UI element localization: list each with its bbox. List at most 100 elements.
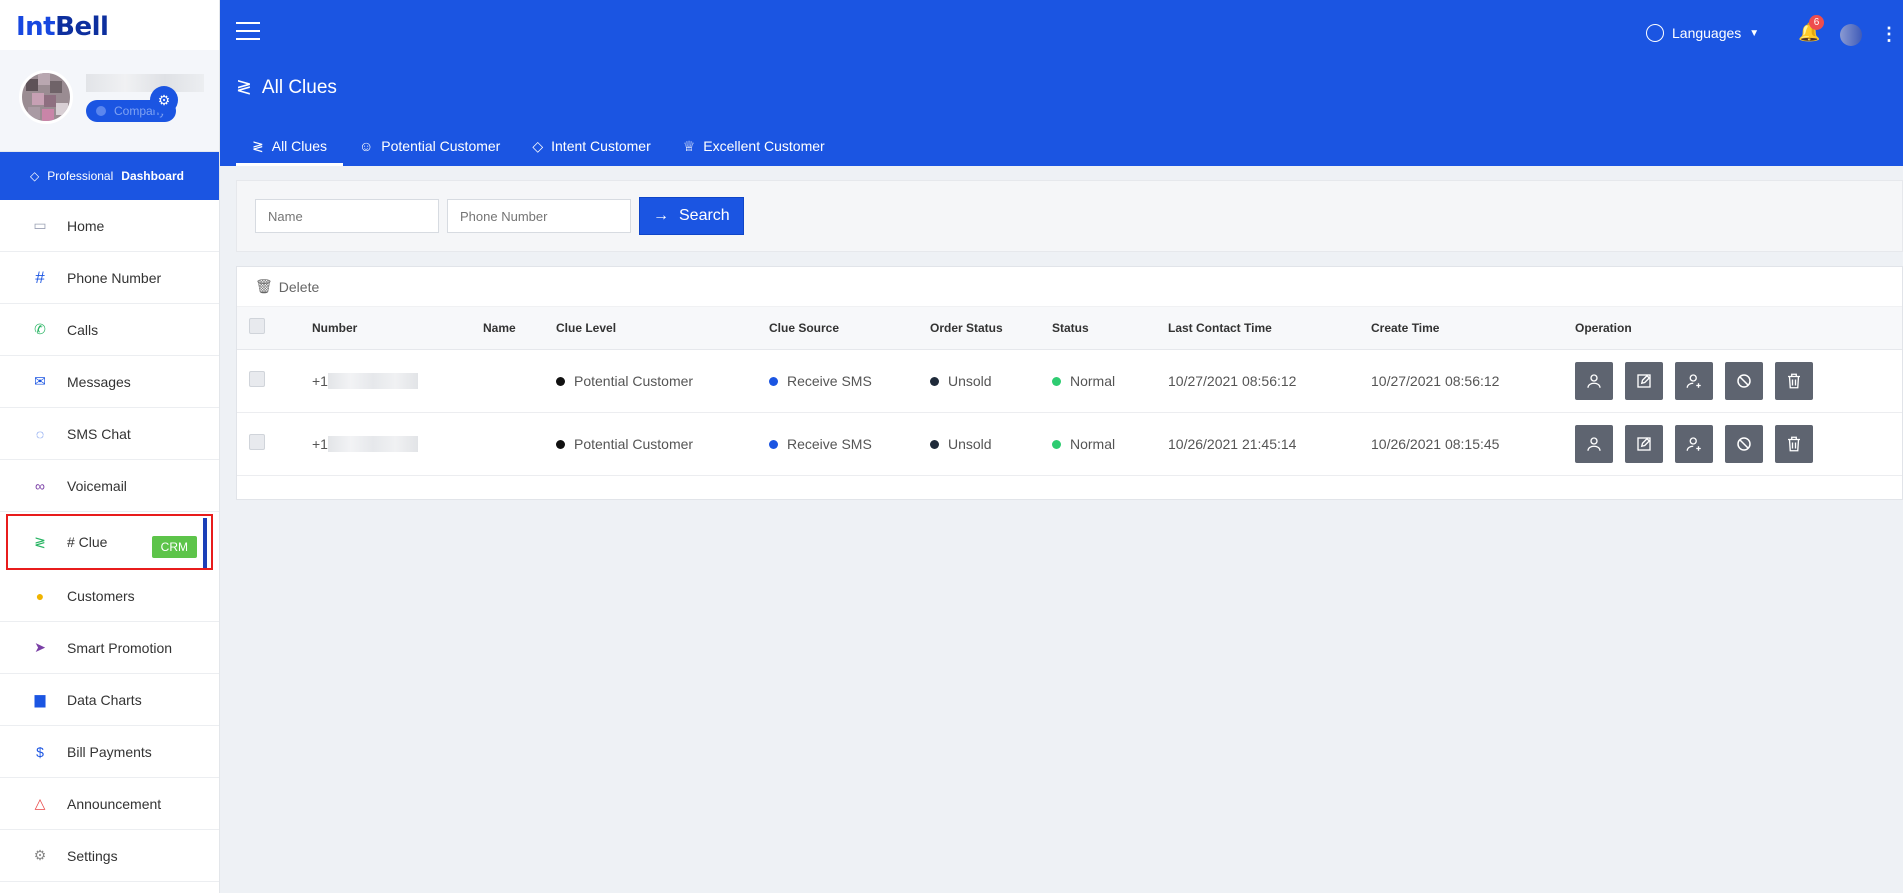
column-header-operation: Operation (1575, 307, 1902, 350)
header-avatar[interactable] (1840, 24, 1862, 46)
avatar[interactable] (19, 70, 73, 124)
user-name-redacted (86, 74, 204, 92)
sidebar-item-label: Bill Payments (67, 743, 152, 760)
block-button[interactable] (1725, 424, 1763, 463)
sidebar-item-label: Phone Number (67, 269, 162, 286)
block-button[interactable] (1725, 361, 1763, 400)
clue-source-dot (769, 376, 778, 386)
table-header-row: Number Name Clue Level Clue Source Order… (237, 307, 1902, 350)
last-contact-time-cell: 10/27/2021 08:56:12 (1168, 349, 1371, 413)
search-button-label: Search (679, 207, 730, 224)
sidebar-item-clue[interactable]: ≷ # Clue CRM (6, 514, 213, 570)
monitor-icon: ▭ (33, 217, 47, 233)
sidebar-item-announcement[interactable]: △ Announcement (0, 778, 219, 830)
bar-chart-icon: ▆ (34, 691, 46, 707)
notification-count-badge: 6 (1809, 15, 1824, 30)
chat-icon: ◌ (35, 425, 45, 442)
column-header-last-contact-time: Last Contact Time (1168, 307, 1371, 350)
brand-logo[interactable]: IntBell (0, 0, 219, 50)
menu-toggle-button[interactable] (236, 22, 260, 40)
user-icon (1587, 436, 1601, 451)
user-settings-button[interactable]: ⚙ (150, 86, 178, 114)
clue-level-dot (556, 376, 565, 386)
edit-button[interactable] (1625, 361, 1663, 400)
diamond-icon: ◇ (532, 137, 544, 154)
sidebar-item-calls[interactable]: ✆ Calls (0, 304, 219, 356)
select-all-checkbox[interactable] (249, 318, 265, 335)
clue-source-dot (769, 439, 778, 449)
user-circle-icon: ● (35, 587, 45, 604)
voicemail-icon: ∞ (35, 477, 45, 494)
tab-intent-customer[interactable]: ◇ Intent Customer (516, 126, 666, 166)
sidebar-item-label: Home (67, 217, 105, 234)
route-icon: ≷ (34, 533, 46, 550)
sidebar-item-voicemail[interactable]: ∞ Voicemail (0, 460, 219, 512)
languages-dropdown[interactable]: Languages ▼ (1646, 24, 1759, 42)
row-checkbox[interactable] (249, 371, 265, 387)
table-row: +1 Potential Customer Receive SMS Unsold… (237, 412, 1902, 476)
create-time-cell: 10/27/2021 08:56:12 (1371, 349, 1575, 413)
number-cell[interactable]: +1 (312, 412, 483, 476)
arrow-right-icon: → (653, 207, 669, 224)
status-cell: Normal (1052, 349, 1168, 413)
order-status-cell: Unsold (930, 412, 1052, 476)
sidebar-item-data-charts[interactable]: ▆ Data Charts (0, 674, 219, 726)
ban-icon (1737, 373, 1751, 388)
tab-potential-customer[interactable]: ☺ Potential Customer (343, 126, 516, 166)
sidebar-item-customers[interactable]: ● Customers (0, 570, 219, 622)
assign-user-button[interactable] (1675, 361, 1713, 400)
name-input[interactable] (255, 199, 439, 233)
row-checkbox[interactable] (249, 434, 265, 450)
operation-cell (1575, 412, 1902, 476)
assign-user-button[interactable] (1675, 424, 1713, 463)
sidebar-item-phone-number[interactable]: # Phone Number (0, 252, 219, 304)
edit-icon (1637, 436, 1651, 451)
trash-icon: 🗑 (255, 278, 273, 294)
professional-dashboard-bar[interactable]: ◇ Professional Dashboard (0, 152, 219, 200)
edit-button[interactable] (1625, 424, 1663, 463)
more-options-button[interactable]: ⋮ (1880, 24, 1898, 45)
page-title-text: All Clues (261, 76, 337, 98)
sidebar-item-settings[interactable]: ⚙ Settings (0, 830, 219, 882)
column-header-status: Status (1052, 307, 1168, 350)
delete-row-button[interactable] (1775, 361, 1813, 400)
name-cell (483, 412, 556, 476)
operation-cell (1575, 349, 1902, 413)
clues-table-panel: 🗑 Delete Number Name Clue Level Clue Sou… (236, 266, 1903, 500)
delete-row-button[interactable] (1775, 424, 1813, 463)
diamond-icon: ◇ (30, 169, 40, 183)
status-dot (1052, 439, 1061, 449)
sidebar-item-bill-payments[interactable]: $ Bill Payments (0, 726, 219, 778)
order-status-text: Unsold (948, 435, 992, 452)
sidebar-item-label: Settings (67, 847, 118, 864)
mail-icon: ✉ (34, 373, 46, 389)
phone-number-input[interactable] (447, 199, 631, 233)
order-status-text: Unsold (948, 372, 992, 389)
route-icon: ≷ (236, 77, 252, 98)
sidebar-item-messages[interactable]: ✉ Messages (0, 356, 219, 408)
view-customer-button[interactable] (1575, 361, 1613, 400)
trash-icon (1788, 373, 1800, 388)
search-panel: → Search (236, 180, 1903, 252)
column-header-number: Number (312, 307, 483, 350)
sidebar-item-home[interactable]: ▭ Home (0, 200, 219, 252)
column-header-name: Name (483, 307, 556, 350)
globe-icon (1646, 24, 1664, 42)
sidebar-item-sms-chat[interactable]: ◌ SMS Chat (0, 408, 219, 460)
number-redacted (327, 435, 418, 452)
sidebar-item-label: Smart Promotion (67, 639, 173, 656)
tab-excellent-customer[interactable]: ♕ Excellent Customer (667, 126, 841, 166)
view-customer-button[interactable] (1575, 424, 1613, 463)
search-button[interactable]: → Search (639, 197, 744, 235)
tab-label: Excellent Customer (703, 138, 825, 154)
active-indicator (203, 518, 207, 568)
tab-all-clues[interactable]: ≷ All Clues (236, 126, 343, 166)
number-cell[interactable]: +1 (312, 349, 483, 413)
pro-bar-label: Professional (47, 169, 114, 183)
clue-level-cell: Potential Customer (556, 412, 769, 476)
tab-label: Intent Customer (551, 138, 651, 154)
delete-toolbar-button[interactable]: 🗑 Delete (255, 278, 319, 295)
page-title: ≷ All Clues (236, 76, 337, 99)
sidebar-item-label: Messages (67, 373, 131, 390)
sidebar-item-smart-promotion[interactable]: ➤ Smart Promotion (0, 622, 219, 674)
